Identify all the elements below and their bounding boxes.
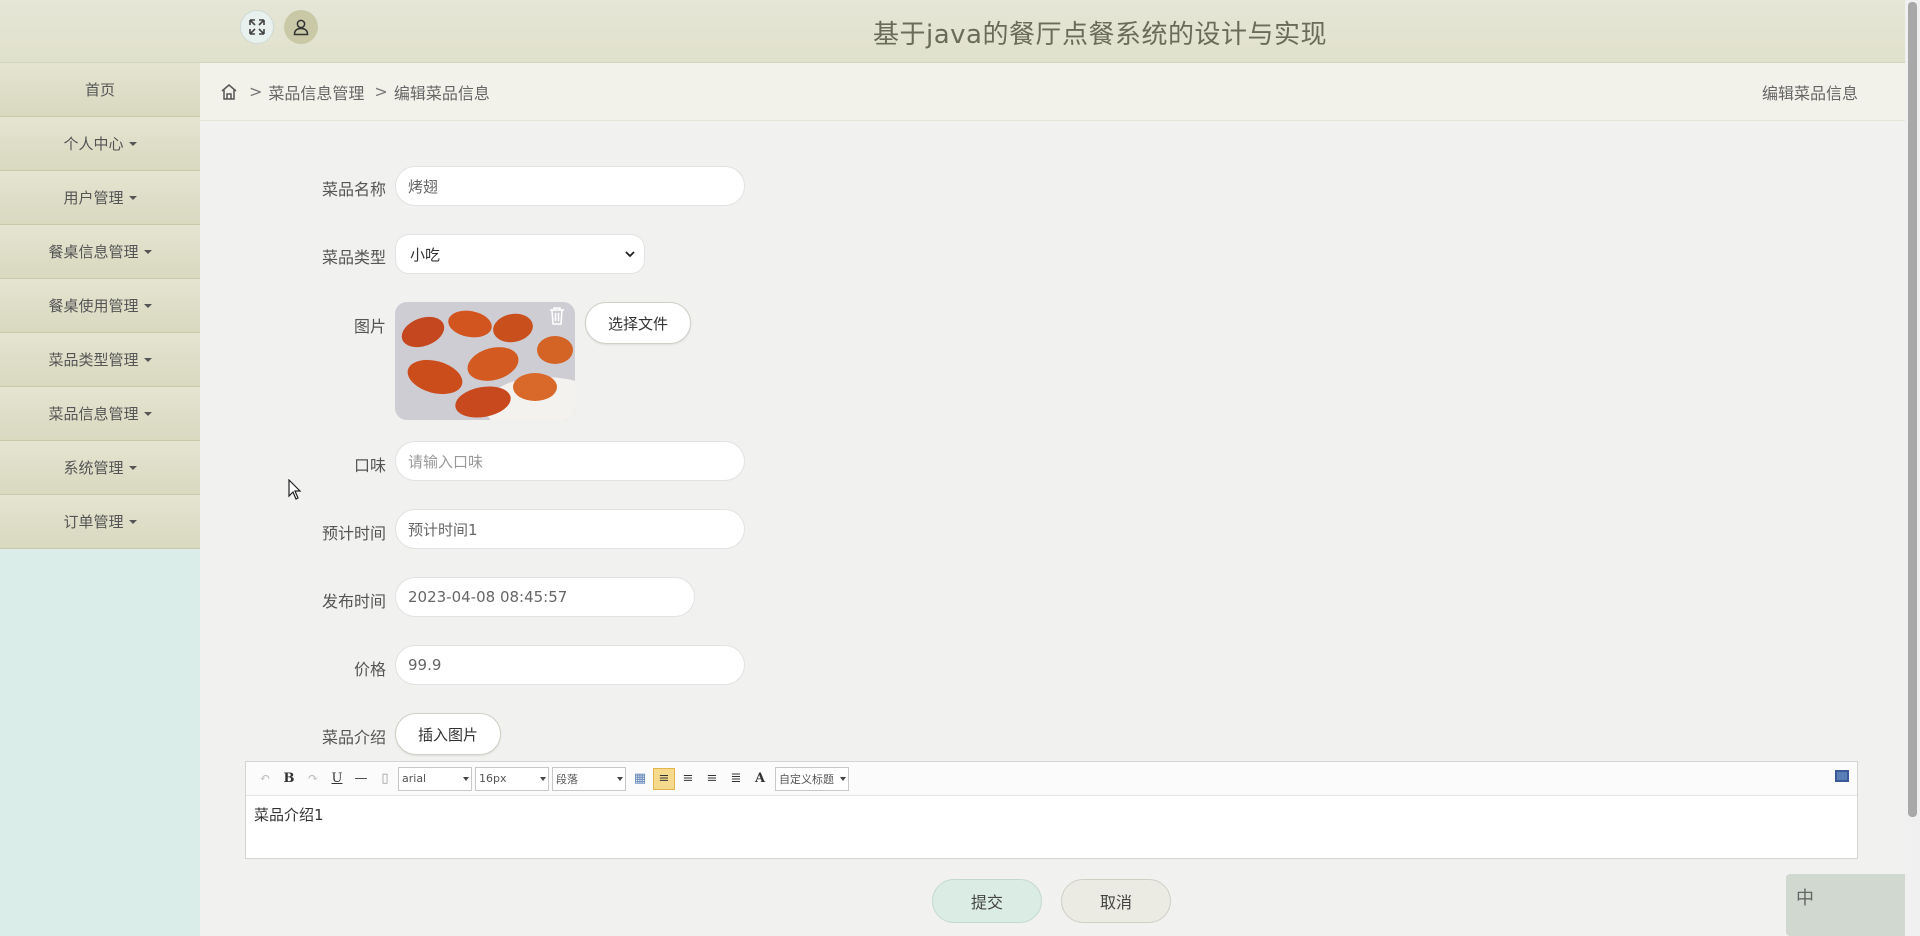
chevron-down-icon (625, 251, 635, 258)
caret-down-icon (143, 411, 152, 416)
sidebar-item-label: 餐桌信息管理 (48, 243, 139, 261)
price-input[interactable]: 99.9 (395, 645, 745, 685)
align-right-icon[interactable]: ≡ (677, 768, 699, 790)
sidebar-item-label: 首页 (84, 81, 115, 99)
publish-time-label: 发布时间 (321, 592, 386, 611)
custom-title-value: 自定义标题 (779, 772, 834, 786)
breadcrumb-separator: > (249, 82, 263, 101)
sidebar-item-label: 餐桌使用管理 (48, 297, 139, 315)
breadcrumb-item-dish-info[interactable]: 菜品信息管理 (268, 80, 364, 104)
caret-down-icon (128, 519, 137, 524)
sidebar-item-table-info[interactable]: 餐桌信息管理 (0, 225, 200, 279)
caret-down-icon (128, 195, 137, 200)
type-label: 菜品类型 (321, 248, 386, 267)
font-family-value: arial (402, 772, 427, 785)
page-title: 编辑菜品信息 (1761, 83, 1858, 103)
caret-down-icon (143, 249, 152, 254)
bold-icon[interactable]: B (278, 768, 300, 790)
sidebar-item-user-management[interactable]: 用户管理 (0, 171, 200, 225)
intro-label: 菜品介绍 (321, 728, 386, 747)
editor-toolbar: ↶ B ↷ U — ▯ arial 16px 段落 ▦ ≡ ≡ ≡ ≣ A 自定… (246, 762, 1857, 796)
sidebar-item-personal-center[interactable]: 个人中心 (0, 117, 200, 171)
dropdown-arrow-icon (540, 776, 546, 781)
editor-content[interactable]: 菜品介绍1 (246, 796, 1857, 833)
mouse-cursor-icon (288, 479, 302, 500)
font-family-select[interactable]: arial (398, 766, 472, 791)
sidebar-item-label: 系统管理 (63, 459, 124, 477)
sidebar-item-label: 用户管理 (63, 189, 124, 207)
taste-input[interactable]: 请输入口味 (395, 441, 745, 481)
breadcrumb: > 菜品信息管理 > 编辑菜品信息 编辑菜品信息 (200, 63, 1905, 121)
align-justify-icon[interactable]: ≣ (725, 768, 747, 790)
insert-image-button[interactable]: 插入图片 (395, 713, 501, 755)
sidebar-item-dish-type[interactable]: 菜品类型管理 (0, 333, 200, 387)
caret-down-icon (143, 357, 152, 362)
caret-down-icon (143, 303, 152, 308)
publish-time-input[interactable]: 2023-04-08 08:45:57 (395, 577, 695, 617)
image-label: 图片 (353, 317, 386, 336)
name-label: 菜品名称 (321, 180, 386, 199)
dropdown-arrow-icon (840, 776, 846, 781)
underline-icon[interactable]: U (326, 768, 348, 790)
font-size-value: 16px (479, 772, 507, 785)
delete-image-icon[interactable] (548, 306, 566, 326)
horizontal-rule-icon[interactable]: — (350, 768, 372, 790)
table-icon[interactable]: ▦ (629, 768, 651, 790)
price-label: 价格 (353, 660, 386, 679)
sidebar-item-label: 菜品类型管理 (48, 351, 139, 369)
align-center-icon[interactable]: ≡ (701, 768, 723, 790)
sidebar: 首页 个人中心 用户管理 餐桌信息管理 餐桌使用管理 菜品类型管理 菜品信息管理… (0, 63, 200, 936)
eta-input[interactable]: 预计时间1 (395, 509, 745, 549)
scrollbar-thumb[interactable] (1908, 2, 1917, 817)
caret-down-icon (128, 141, 137, 146)
custom-title-select[interactable]: 自定义标题 (775, 766, 849, 791)
name-input[interactable]: 烤翅 (395, 166, 745, 206)
dropdown-arrow-icon (617, 776, 623, 781)
breadcrumb-separator: > (374, 82, 388, 101)
taste-label: 口味 (353, 456, 386, 475)
top-header: 基于java的餐厅点餐系统的设计与实现 (0, 0, 1905, 63)
cancel-button[interactable]: 取消 (1061, 879, 1171, 923)
sidebar-item-dish-info[interactable]: 菜品信息管理 (0, 387, 200, 441)
sidebar-item-home[interactable]: 首页 (0, 63, 200, 117)
paragraph-value: 段落 (556, 772, 578, 786)
rich-text-editor: ↶ B ↷ U — ▯ arial 16px 段落 ▦ ≡ ≡ ≡ ≣ A 自定… (245, 761, 1858, 859)
sidebar-item-label: 菜品信息管理 (48, 405, 139, 423)
font-size-select[interactable]: 16px (475, 766, 549, 791)
font-color-icon[interactable]: A (749, 768, 771, 790)
eta-label: 预计时间 (321, 524, 386, 543)
sidebar-item-orders[interactable]: 订单管理 (0, 495, 200, 549)
redo-icon[interactable]: ↷ (302, 768, 324, 790)
ime-language-indicator: 中 (1796, 888, 1814, 909)
paste-plain-icon[interactable]: ▯ (374, 768, 396, 790)
choose-file-button[interactable]: 选择文件 (585, 302, 691, 344)
sidebar-item-system[interactable]: 系统管理 (0, 441, 200, 495)
paragraph-select[interactable]: 段落 (552, 766, 626, 791)
breadcrumb-item-edit: 编辑菜品信息 (393, 83, 490, 103)
dropdown-arrow-icon (463, 776, 469, 781)
sidebar-item-table-usage[interactable]: 餐桌使用管理 (0, 279, 200, 333)
type-select[interactable]: 小吃 (395, 234, 645, 274)
submit-button[interactable]: 提交 (932, 879, 1042, 923)
ime-widget[interactable]: 中 (1786, 874, 1920, 936)
type-select-value: 小吃 (410, 245, 441, 264)
sidebar-item-label: 个人中心 (63, 135, 124, 153)
undo-icon[interactable]: ↶ (254, 768, 276, 790)
caret-down-icon (128, 465, 137, 470)
align-left-icon[interactable]: ≡ (653, 767, 675, 790)
site-title: 基于java的餐厅点餐系统的设计与实现 (873, 20, 1327, 50)
fullscreen-editor-icon[interactable] (1835, 770, 1849, 782)
sidebar-item-label: 订单管理 (63, 513, 124, 531)
home-icon[interactable] (219, 82, 239, 102)
vertical-scrollbar[interactable] (1905, 0, 1920, 936)
